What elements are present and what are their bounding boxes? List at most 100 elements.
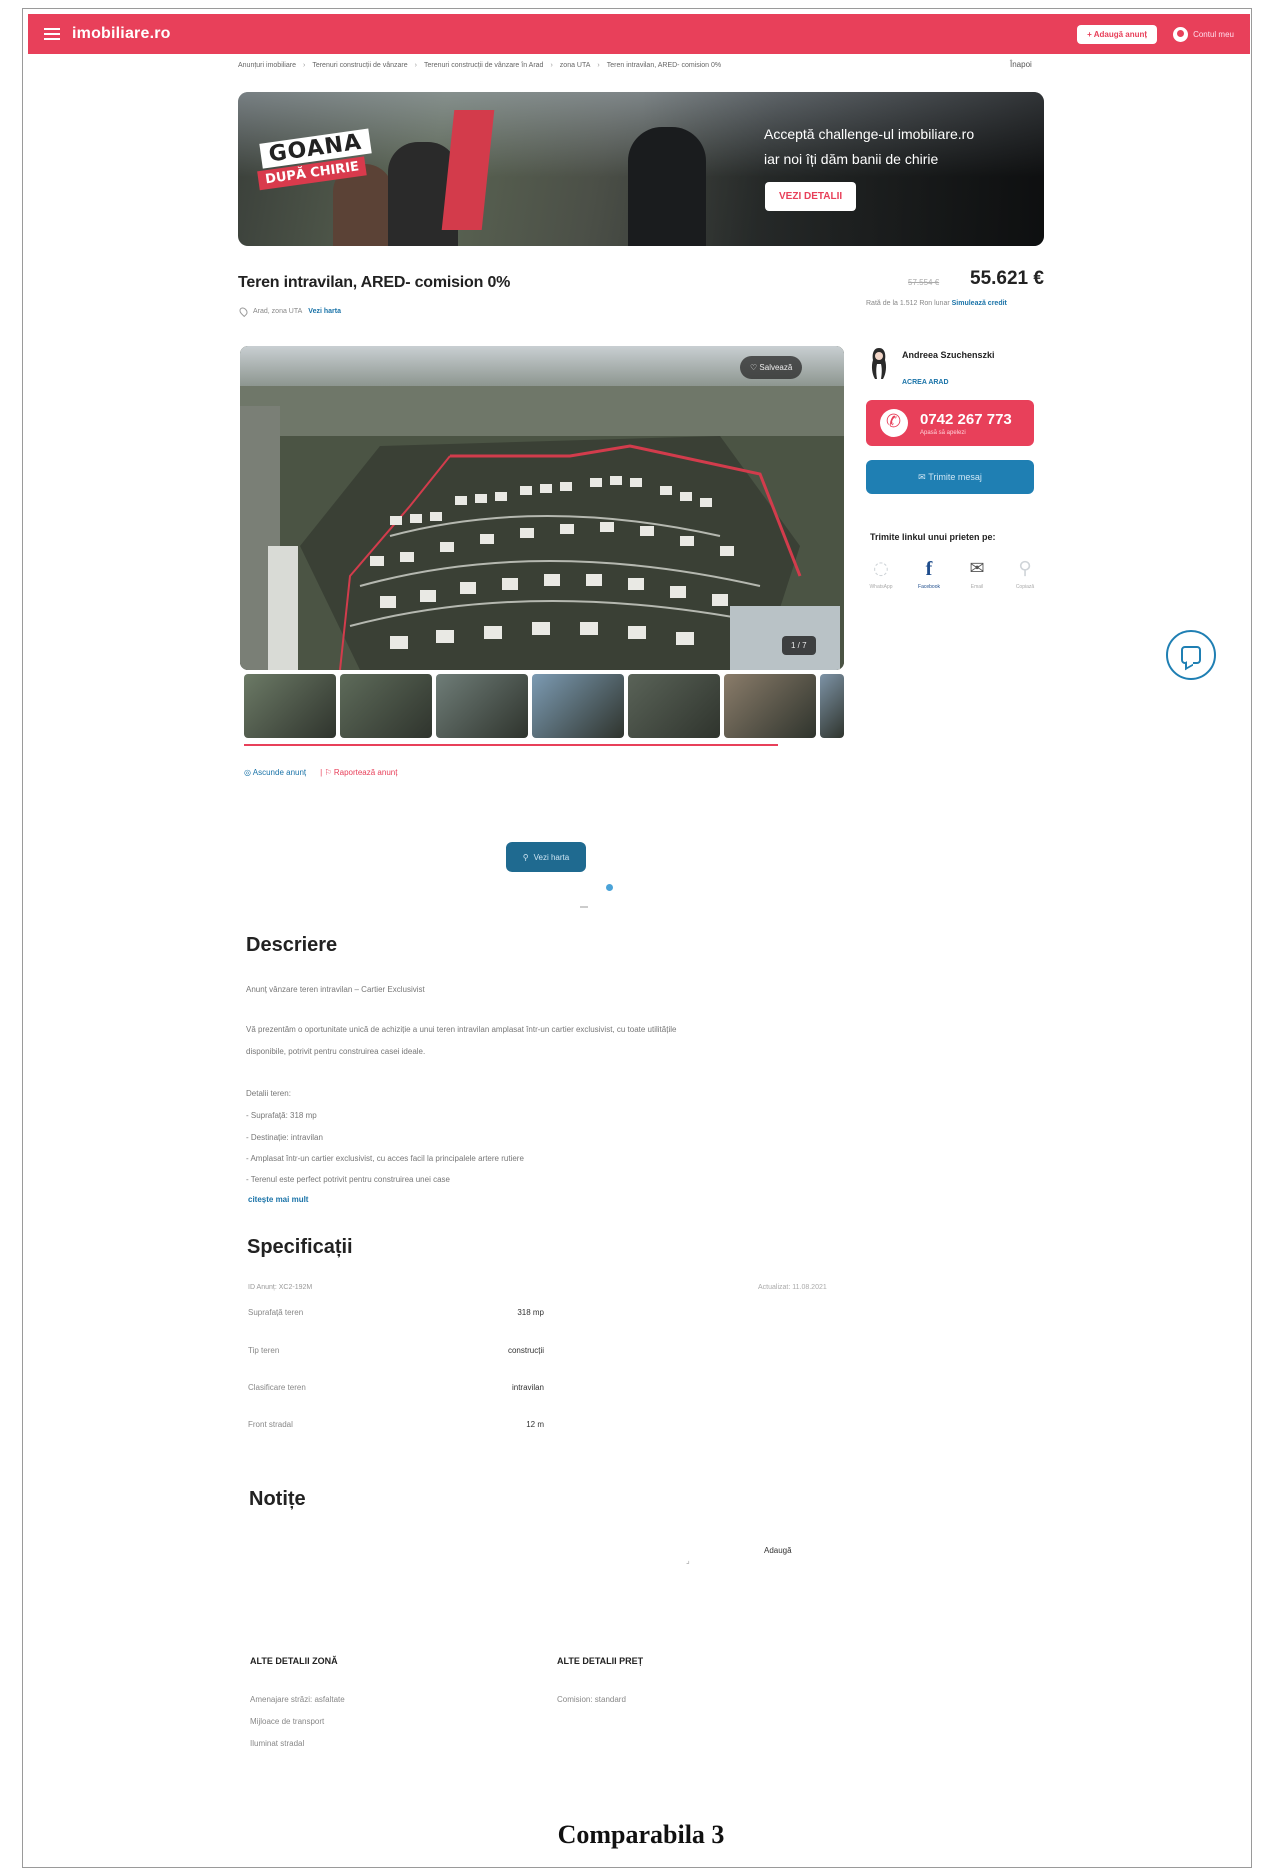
share-label: Email <box>970 584 984 590</box>
user-icon <box>1173 26 1189 42</box>
agent-name[interactable]: Andreea Szuchenszki <box>902 350 995 360</box>
back-link[interactable]: Înapoi <box>1010 60 1032 69</box>
breadcrumb-item[interactable]: Terenuri construcții de vânzare în Arad <box>424 62 543 69</box>
map-pin-icon: ⚲ <box>522 852 529 862</box>
facebook-icon: f <box>925 558 933 580</box>
share-label: Facebook <box>918 584 940 590</box>
thumbnail[interactable] <box>532 674 624 738</box>
share-label: Copiază <box>1015 584 1035 590</box>
main-photo[interactable] <box>240 346 844 670</box>
banner-line: iar noi îți dăm banii de chirie <box>764 151 939 167</box>
share-label: WhatsApp <box>869 584 893 590</box>
listing-location: Arad, zona UTA Vezi harta <box>237 305 341 318</box>
document-caption: Comparabila 3 <box>557 1820 725 1849</box>
spec-key: Clasificare teren <box>248 1383 306 1392</box>
share-options: ◌ WhatsApp f Facebook ✉ Email ⚲ Copiază <box>868 558 1038 590</box>
save-label: Salvează <box>759 363 793 372</box>
description-line: disponibile, potrivit pentru construirea… <box>246 1047 426 1056</box>
view-map-link[interactable]: Vezi harta <box>308 308 341 315</box>
thumbnail[interactable] <box>820 674 844 738</box>
price-detail-item: Comision: standard <box>557 1695 626 1704</box>
description-line: - Amplasat într-un cartier exclusivist, … <box>246 1154 524 1163</box>
spec-value: 12 m <box>526 1420 544 1429</box>
account-label: Contul meu <box>1193 29 1234 39</box>
account-menu[interactable]: Contul meu <box>1173 26 1234 42</box>
banner-details-button[interactable]: VEZI DETALII <box>765 182 857 211</box>
notes-heading: Notițe <box>249 1488 306 1510</box>
chat-icon <box>1181 646 1201 664</box>
email-icon: ✉ <box>969 558 985 579</box>
add-note-button[interactable]: Adaugă <box>764 1546 792 1555</box>
breadcrumb-current: Teren intravilan, ARED- comision 0% <box>606 62 722 69</box>
phone-text: 0742 267 773 Apasă să apelezi <box>920 411 1012 436</box>
description-line: - Destinație: intravilan <box>246 1133 323 1142</box>
description-line: - Terenul este perfect potrivit pentru c… <box>246 1175 450 1184</box>
credit-rate: Rată de la 1.512 Ron lunar Simulează cre… <box>866 300 1007 307</box>
gallery-progress <box>244 744 778 746</box>
agent-avatar <box>871 348 887 379</box>
thumbnail[interactable] <box>436 674 528 738</box>
hide-listing-link[interactable]: ◎ Ascunde anunț <box>244 768 306 777</box>
message-label: Trimite mesaj <box>928 472 982 482</box>
agency-name[interactable]: ACREA ARAD <box>902 379 949 386</box>
specs-heading: Specificații <box>247 1236 353 1258</box>
listing-updated: Actualizat: 11.08.2021 <box>758 1284 827 1291</box>
spec-value: intravilan <box>511 1383 544 1392</box>
description-line: Vă prezentăm o oportunitate unică de ach… <box>246 1025 677 1034</box>
share-whatsapp[interactable]: ◌ WhatsApp <box>868 558 894 590</box>
share-copy-link[interactable]: ⚲ Copiază <box>1012 558 1038 590</box>
call-agent-button[interactable]: 0742 267 773 Apasă să apelezi <box>866 400 1034 446</box>
description-line: Anunț vânzare teren intravilan – Cartier… <box>246 985 425 994</box>
send-message-button[interactable]: ✉ Trimite mesaj <box>866 460 1034 494</box>
save-listing-button[interactable]: ♡ Salvează <box>740 356 803 379</box>
location-text: Arad, zona UTA <box>253 308 303 315</box>
add-listing-button[interactable]: + Adaugă anunț <box>1077 24 1158 44</box>
breadcrumb: Anunțuri imobiliare › Terenuri construcți… <box>238 62 721 69</box>
chevron-right-icon: › <box>414 62 417 69</box>
banner-text: Acceptă challenge-ul imobiliare.ro iar n… <box>764 122 974 172</box>
site-logo[interactable]: imobiliare.ro <box>72 25 171 43</box>
share-facebook[interactable]: f Facebook <box>916 558 942 590</box>
document-sheet <box>22 8 1252 1868</box>
description-line: - Suprafață: 318 mp <box>246 1111 317 1120</box>
chevron-right-icon: › <box>597 62 600 69</box>
notes-resize-handle[interactable]: ⌟ <box>686 1556 690 1565</box>
spec-key: Suprafață teren <box>248 1308 304 1317</box>
spec-value: 318 mp <box>517 1308 544 1317</box>
thumbnail[interactable] <box>340 674 432 738</box>
phone-number: 0742 267 773 <box>920 410 1012 428</box>
listing-price: 55.621 € <box>970 268 1044 289</box>
thumbnail[interactable] <box>244 674 336 738</box>
hide-label: Ascunde anunț <box>252 768 307 777</box>
spec-key: Front stradal <box>248 1420 293 1429</box>
old-price: 57.554 € <box>908 278 940 287</box>
breadcrumb-item[interactable]: Anunțuri imobiliare <box>238 62 296 69</box>
whatsapp-icon: ◌ <box>873 558 889 579</box>
listing-actions: ◎ Ascunde anunț | ⚐ Raportează anunț <box>244 768 397 777</box>
envelope-icon: ✉ <box>918 471 929 482</box>
banner-line: Acceptă challenge-ul imobiliare.ro <box>764 126 975 142</box>
menu-icon[interactable] <box>44 28 60 40</box>
listing-title: Teren intravilan, ARED- comision 0% <box>238 274 511 291</box>
chat-widget-button[interactable] <box>1166 630 1216 680</box>
zone-detail-item: Mijloace de transport <box>250 1717 325 1726</box>
carousel-dot-active[interactable] <box>606 884 613 891</box>
carousel-dot[interactable] <box>580 906 588 908</box>
thumbnail[interactable] <box>724 674 816 738</box>
map-button-label: Vezi harta <box>533 852 570 862</box>
promo-banner[interactable]: GOANA DUPĂ CHIRIE Acceptă challenge-ul i… <box>238 92 1044 246</box>
share-email[interactable]: ✉ Email <box>964 558 990 590</box>
simulate-credit-link[interactable]: Simulează credit <box>952 300 1007 307</box>
read-more-link[interactable]: citește mai mult <box>248 1195 308 1204</box>
spec-value: construcții <box>507 1346 544 1355</box>
breadcrumb-item[interactable]: Terenuri construcții de vânzare <box>312 62 407 69</box>
thumbnail[interactable] <box>628 674 720 738</box>
report-listing-link[interactable]: | ⚐ Raportează anunț <box>320 768 397 777</box>
thumbnail-strip <box>244 674 844 738</box>
breadcrumb-item[interactable]: zona UTA <box>560 62 591 69</box>
view-map-button[interactable]: ⚲ Vezi harta <box>506 842 586 872</box>
chevron-right-icon: › <box>302 62 306 69</box>
description-line: Detalii teren: <box>246 1089 291 1098</box>
share-title: Trimite linkul unui prieten pe: <box>870 532 996 542</box>
top-navigation-bar: imobiliare.ro + Adaugă anunț Contul meu <box>28 14 1250 54</box>
